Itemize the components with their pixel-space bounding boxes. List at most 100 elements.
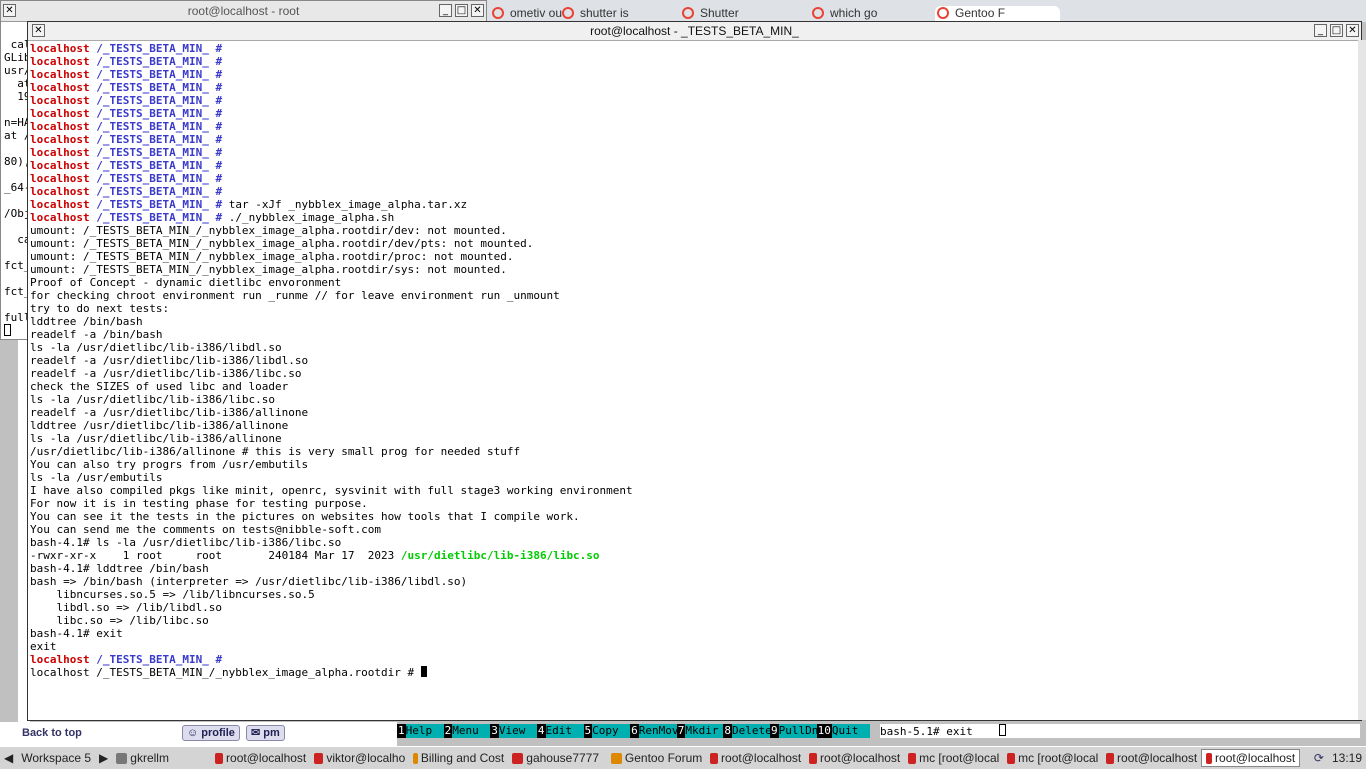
prompt-line: localhost /_TESTS_BETA_MIN_ # bbox=[30, 107, 1361, 120]
close-icon[interactable]: ✕ bbox=[1346, 24, 1359, 37]
output-line: lddtree /usr/dietlibc/lib-i386/allinone bbox=[30, 419, 289, 432]
prompt-host: localhost bbox=[30, 146, 90, 159]
taskbar-item[interactable]: root@localhost bbox=[211, 749, 310, 767]
prompt-line: localhost /_TESTS_BETA_MIN_ # bbox=[30, 185, 1361, 198]
final-prompt-line[interactable]: localhost /_TESTS_BETA_MIN_/_nybblex_ima… bbox=[30, 666, 1361, 679]
output-line: lddtree /bin/bash bbox=[30, 315, 143, 328]
taskbar-item[interactable]: root@localhost bbox=[805, 749, 904, 767]
prompt-host: localhost bbox=[30, 185, 90, 198]
taskbar-item-label: root@localhost bbox=[1117, 751, 1198, 765]
prompt-path: /_TESTS_BETA_MIN_ bbox=[89, 159, 216, 172]
browser-tab[interactable]: which go bbox=[810, 6, 935, 22]
taskbar-item[interactable]: mc [root@local bbox=[1003, 749, 1102, 767]
maximize-icon[interactable]: □ bbox=[455, 4, 468, 17]
mc-subshell-text: bash-5.1# exit bbox=[880, 725, 973, 738]
ls-line-prefix: -rwxr-xr-x 1 root root 240184 Mar 17 202… bbox=[30, 549, 401, 562]
prompt-path: /_TESTS_BETA_MIN_ bbox=[89, 198, 216, 211]
taskbar-item[interactable]: root@localhost bbox=[1102, 749, 1201, 767]
mc-key-renmov[interactable]: 6 RenMov bbox=[630, 724, 677, 738]
command-text: tar -xJf _nybblex_image_alpha.tar.xz bbox=[222, 198, 468, 211]
prompt-path: /_TESTS_BETA_MIN_ bbox=[89, 68, 216, 81]
main-window-titlebar[interactable]: ✕ root@localhost - _TESTS_BETA_MIN_ _ □ … bbox=[28, 22, 1361, 41]
mc-key-number: 9 bbox=[770, 724, 779, 738]
output-line: I have also compiled pkgs like minit, op… bbox=[30, 484, 633, 497]
browser-tab-label: Gentoo F bbox=[955, 6, 1006, 20]
output-line: libncurses.so.5 => /lib/libncurses.so.5 bbox=[30, 588, 315, 601]
prompt-line: localhost /_TESTS_BETA_MIN_ # bbox=[30, 81, 1361, 94]
pm-button[interactable]: ✉ pm bbox=[246, 725, 285, 741]
prompt-path: /_TESTS_BETA_MIN_ bbox=[89, 172, 216, 185]
mc-key-copy[interactable]: 5 Copy bbox=[583, 724, 631, 738]
background-scrollbar bbox=[1358, 40, 1366, 720]
mc-key-mkdir[interactable]: 7 Mkdir bbox=[676, 724, 724, 738]
workspace-next-button[interactable]: ▶ bbox=[95, 749, 112, 767]
prompt-path: /_TESTS_BETA_MIN_ bbox=[89, 211, 216, 224]
output-line: bash-4.1# lddtree /bin/bash bbox=[30, 562, 209, 575]
back-window-title: root@localhost - root bbox=[187, 4, 300, 18]
taskbar-item[interactable]: Billing and Cost bbox=[409, 749, 508, 767]
close-icon[interactable]: ✕ bbox=[471, 4, 484, 17]
prompt-host: localhost bbox=[30, 653, 90, 666]
mc-key-quit[interactable]: 10 Quit bbox=[816, 724, 870, 738]
mc-key-edit[interactable]: 4 Edit bbox=[536, 724, 584, 738]
back-window-titlebar[interactable]: ✕ root@localhost - root _ □ ✕ bbox=[1, 1, 486, 22]
mc-key-menu[interactable]: 2 Menu bbox=[443, 724, 491, 738]
taskbar: ◀ Workspace 5 ▶ gkrellm root@localhost vik… bbox=[0, 746, 1366, 769]
output-line: ls -la /usr/dietlibc/lib-i386/libdl.so bbox=[30, 341, 282, 354]
mc-key-label: RenMov bbox=[638, 724, 677, 738]
window-menu-icon[interactable]: ✕ bbox=[32, 24, 45, 37]
prompt-line: localhost /_TESTS_BETA_MIN_ # bbox=[30, 55, 1361, 68]
workspace-label[interactable]: Workspace 5 bbox=[17, 749, 95, 767]
browser-tab[interactable]: Gentoo F bbox=[935, 6, 1060, 22]
profile-button[interactable]: ☺ profile bbox=[182, 725, 240, 741]
taskbar-item[interactable]: root@localhost bbox=[706, 749, 805, 767]
main-terminal-window[interactable]: ✕ root@localhost - _TESTS_BETA_MIN_ _ □ … bbox=[27, 21, 1362, 721]
app-icon bbox=[710, 752, 719, 764]
taskbar-item-label: root@localhost bbox=[721, 751, 802, 765]
prompt-hash: # bbox=[215, 133, 223, 146]
prompt-host: localhost bbox=[30, 133, 90, 146]
mc-key-label: Edit bbox=[545, 724, 584, 738]
browser-tab-label: Shutter bbox=[700, 6, 739, 20]
output-line: bash-4.1# exit bbox=[30, 627, 123, 640]
prompt-host: localhost bbox=[30, 94, 90, 107]
mc-key-label: Menu bbox=[452, 724, 491, 738]
taskbar-item[interactable]: mc [root@local bbox=[904, 749, 1003, 767]
prompt-hash: # bbox=[215, 55, 223, 68]
mc-key-view[interactable]: 3 View bbox=[490, 724, 537, 738]
app-icon bbox=[1007, 752, 1016, 764]
prompt-hash: # bbox=[215, 172, 223, 185]
browser-tab[interactable]: shutter is bbox=[560, 6, 685, 22]
taskbar-item[interactable]: gkrellm bbox=[112, 749, 211, 767]
taskbar-item[interactable]: root@localhost bbox=[1201, 749, 1301, 767]
app-icon bbox=[908, 752, 917, 764]
app-icon bbox=[512, 752, 524, 764]
taskbar-item-label: root@localhost bbox=[1215, 751, 1296, 765]
output-line: umount: /_TESTS_BETA_MIN_/_nybblex_image… bbox=[30, 237, 534, 250]
window-menu-icon[interactable]: ✕ bbox=[3, 4, 16, 17]
mc-key-help[interactable]: 1 Help bbox=[397, 724, 444, 738]
minimize-icon[interactable]: _ bbox=[439, 4, 452, 17]
app-icon bbox=[1106, 752, 1115, 764]
output-line: umount: /_TESTS_BETA_MIN_/_nybblex_image… bbox=[30, 263, 507, 276]
maximize-icon[interactable]: □ bbox=[1330, 24, 1343, 37]
back-to-top-link[interactable]: Back to top bbox=[22, 727, 82, 739]
taskbar-item-label: mc [root@local bbox=[1018, 751, 1099, 765]
mc-key-pulldn[interactable]: 9 PullDn bbox=[770, 724, 817, 738]
terminal-output[interactable]: localhost /_TESTS_BETA_MIN_ # localhost /… bbox=[28, 41, 1361, 679]
minimize-icon[interactable]: _ bbox=[1314, 24, 1327, 37]
network-icon[interactable]: ⟳ bbox=[1310, 749, 1328, 767]
mc-key-label: PullDn bbox=[778, 724, 817, 738]
browser-tab-label: shutter is bbox=[580, 6, 629, 20]
browser-tab[interactable]: Shutter bbox=[680, 6, 805, 22]
prompt-path: /_TESTS_BETA_MIN_ bbox=[89, 133, 216, 146]
taskbar-item[interactable]: Gentoo Forum bbox=[607, 749, 706, 767]
taskbar-item[interactable]: viktor@localho bbox=[310, 749, 409, 767]
workspace-prev-button[interactable]: ◀ bbox=[0, 749, 17, 767]
output-line: exit bbox=[30, 640, 57, 653]
mc-key-delete[interactable]: 8 Delete bbox=[723, 724, 770, 738]
prompt-path: /_TESTS_BETA_MIN_ bbox=[89, 185, 216, 198]
taskbar-item[interactable]: gahouse7777 bbox=[508, 749, 607, 767]
prompt-line: localhost /_TESTS_BETA_MIN_ # bbox=[30, 42, 1361, 55]
mc-subshell-line[interactable]: bash-5.1# exit bbox=[880, 724, 1360, 738]
